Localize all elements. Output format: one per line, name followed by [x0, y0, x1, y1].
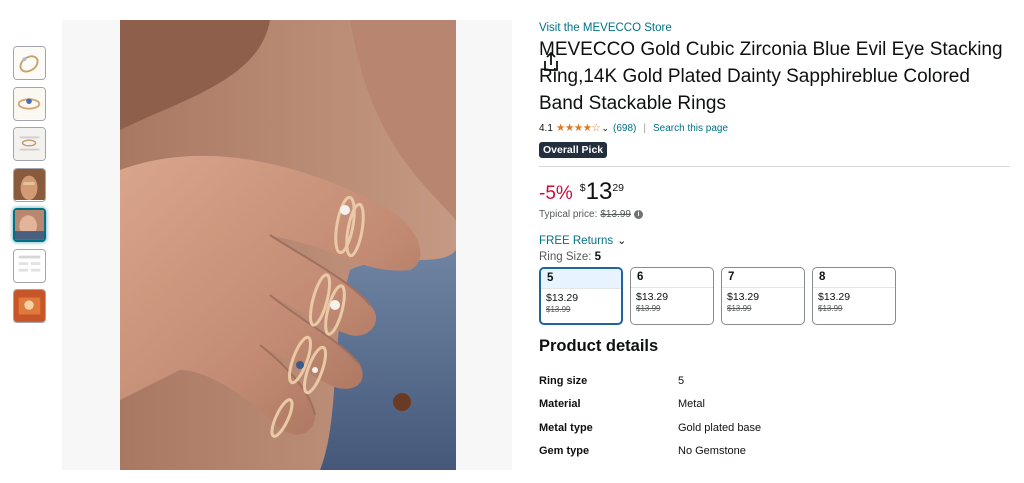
main-product-image[interactable]	[62, 20, 558, 470]
gift-box-thumbnail-icon	[14, 290, 45, 322]
discount-percent: -5%	[539, 183, 573, 204]
hand-thumbnail-icon	[15, 210, 44, 240]
size-option-was-price: $13.99	[818, 304, 843, 313]
ring-size-selected-value: 5	[594, 251, 602, 263]
table-row: Gem type No Gemstone	[539, 440, 839, 464]
table-row: Material Metal	[539, 393, 839, 417]
hand-photo-illustration	[120, 20, 456, 470]
product-details-heading: Product details	[539, 337, 659, 355]
typical-price-label: Typical price:	[539, 209, 598, 220]
model-thumbnail-icon	[14, 168, 45, 201]
size-option-price: $13.29	[636, 291, 669, 303]
info-icon[interactable]: i	[633, 210, 643, 219]
size-option-6[interactable]: 6 $13.29 $13.99	[630, 267, 714, 325]
detail-key: Material	[539, 398, 581, 411]
size-option-price: $13.29	[818, 291, 851, 303]
ring-size-thumbnail-icon	[14, 128, 45, 160]
price-row: -5% $ 13 29	[539, 180, 1011, 206]
size-option-label: 8	[813, 268, 895, 288]
size-option-price: $13.29	[546, 292, 579, 304]
thumbnail-2[interactable]	[13, 86, 46, 121]
star-rating-icon[interactable]: ★★★★☆	[556, 122, 601, 134]
size-option-7[interactable]: 7 $13.29 $13.99	[721, 267, 805, 325]
price-fraction: 29	[612, 182, 625, 194]
size-option-price: $13.29	[727, 291, 760, 303]
size-option-label: 6	[631, 268, 713, 288]
size-option-5[interactable]: 5 $13.29 $13.99	[539, 267, 623, 325]
detail-value: 5	[678, 374, 685, 387]
detail-key: Ring size	[539, 374, 588, 387]
thumbnail-7[interactable]	[13, 289, 46, 323]
typical-price-value: $13.99	[600, 209, 631, 220]
detail-key: Metal type	[539, 421, 593, 434]
detail-value: Metal	[678, 398, 705, 411]
separator: |	[643, 122, 646, 134]
search-this-page-link[interactable]: Search this page	[653, 123, 728, 134]
divider	[539, 166, 1010, 167]
ring-closeup-thumbnail-icon	[14, 87, 45, 120]
hand-wearing-rings-photo	[120, 20, 456, 470]
size-option-was-price: $13.99	[727, 304, 752, 313]
thumbnail-3[interactable]	[13, 127, 46, 161]
free-returns-label: FREE Returns	[539, 234, 614, 247]
chevron-down-icon: ⌄	[617, 235, 627, 247]
store-link[interactable]: Visit the MEVECCO Store	[539, 22, 1011, 34]
size-option-label: 7	[722, 268, 804, 288]
product-title: MEVECCO Gold Cubic Zirconia Blue Evil Ey…	[539, 39, 1003, 114]
thumbnail-5-selected[interactable]	[13, 208, 46, 242]
detail-key: Gem type	[539, 445, 590, 458]
ring-size-label-text: Ring Size:	[539, 251, 592, 263]
ring-thumbnail-icon	[14, 47, 45, 79]
size-option-was-price: $13.99	[546, 305, 571, 314]
size-option-8[interactable]: 8 $13.29 $13.99	[812, 267, 896, 325]
thumbnail-1[interactable]	[13, 46, 46, 80]
size-chart-thumbnail-icon	[14, 249, 45, 282]
chevron-down-icon[interactable]: ⌄	[601, 123, 609, 134]
review-count-link[interactable]: (698)	[613, 123, 636, 134]
detail-value: No Gemstone	[678, 445, 746, 458]
thumbnail-strip	[13, 46, 47, 330]
ring-size-options: 5 $13.29 $13.99 6 $13.29 $13.99 7 $13.29…	[539, 267, 1011, 325]
detail-value: Gold plated base	[678, 421, 762, 434]
thumbnail-6[interactable]	[13, 248, 46, 283]
product-details-table: Ring size 5 Material Metal Metal type Go…	[539, 369, 839, 463]
rating-row: 4.1 ★★★★☆ ⌄ (698) | Search this page	[539, 121, 1011, 135]
ring-size-label: Ring Size: 5	[539, 251, 1011, 263]
size-option-was-price: $13.99	[636, 304, 661, 313]
typical-price: Typical price: $13.99 i	[539, 209, 1011, 220]
thumbnail-4[interactable]	[13, 167, 46, 202]
overall-pick-badge: Overall Pick	[539, 142, 608, 158]
table-row: Metal type Gold plated base	[539, 416, 839, 440]
product-info: Visit the MEVECCO Store MEVECCO Gold Cub…	[539, 20, 1011, 463]
size-option-label: 5	[541, 269, 621, 289]
free-returns-link[interactable]: FREE Returns ⌄	[539, 234, 1011, 248]
rating-value: 4.1	[539, 122, 553, 134]
price-whole: 13	[585, 178, 613, 205]
table-row: Ring size 5	[539, 369, 839, 393]
